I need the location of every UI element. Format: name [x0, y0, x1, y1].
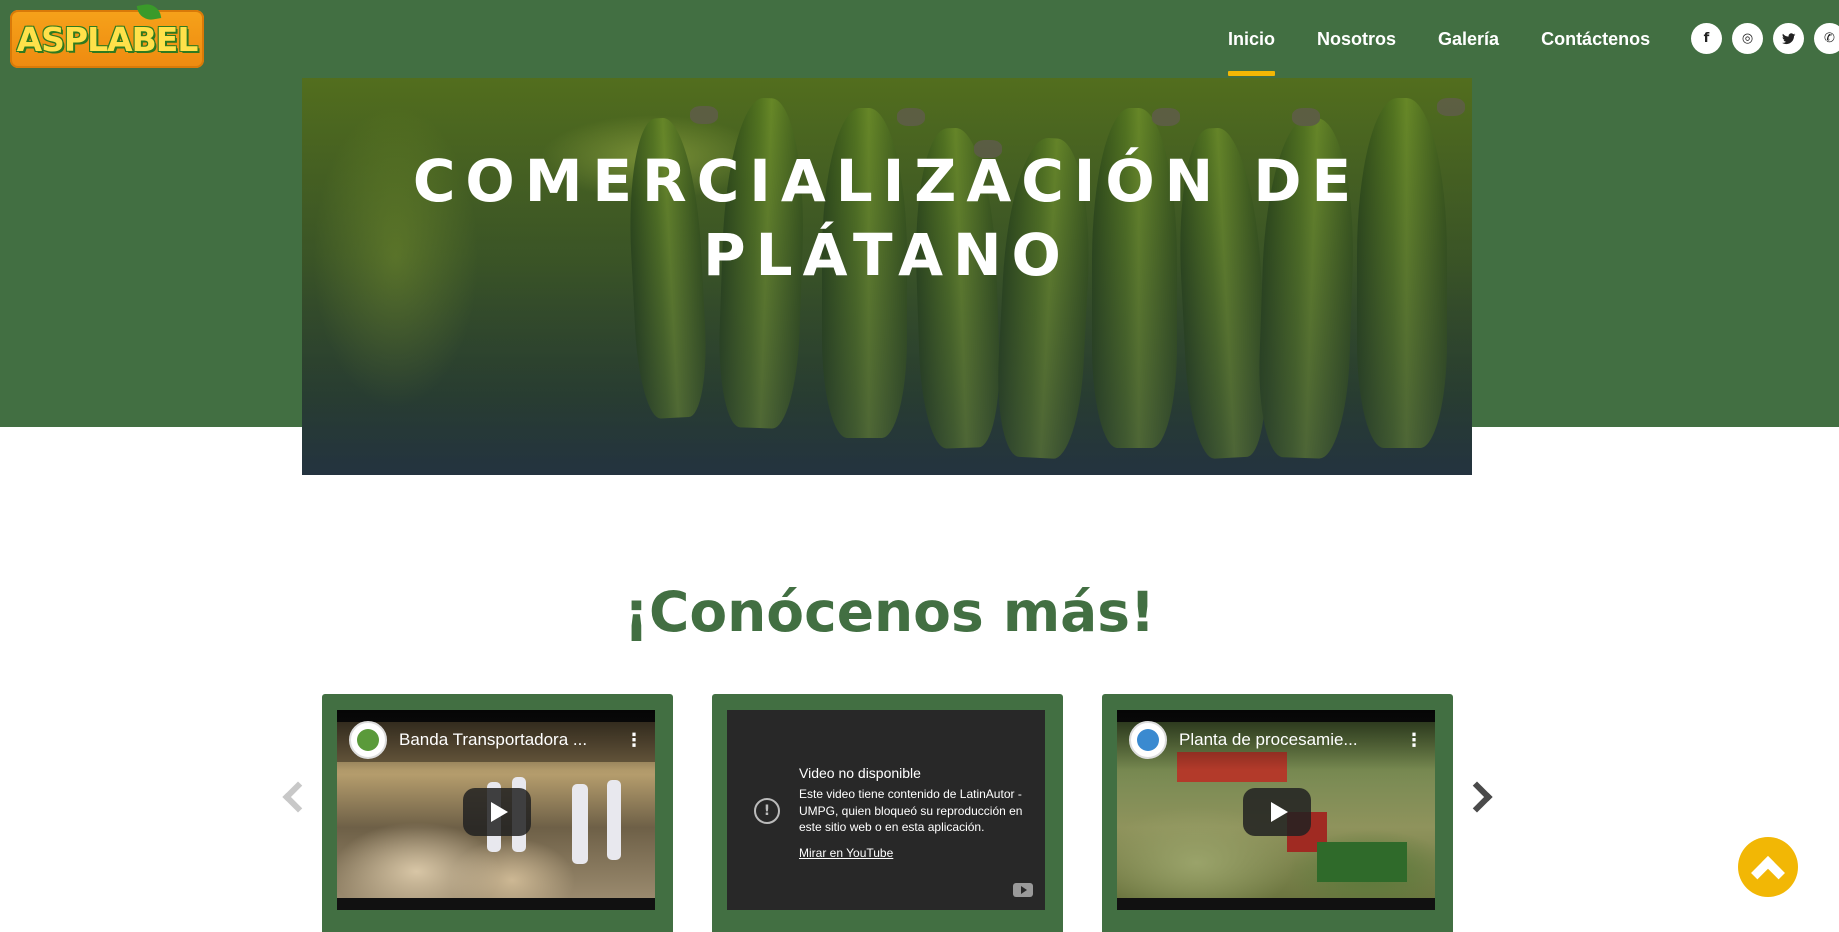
youtube-logo-icon[interactable]: [1013, 883, 1033, 897]
video-unavailable-panel: ! Video no disponible Este video tiene c…: [727, 710, 1045, 910]
section-title: ¡Conócenos más!: [623, 580, 1156, 644]
video-title[interactable]: Banda Transportadora ...: [399, 730, 599, 750]
hero-banner: COMERCIALIZACIÓN DE PLÁTANO: [302, 78, 1472, 475]
play-button[interactable]: [463, 788, 531, 836]
channel-avatar[interactable]: [1129, 721, 1167, 759]
social-links: f ◎ ✆: [1691, 23, 1839, 54]
hero-title: COMERCIALIZACIÓN DE PLÁTANO: [302, 144, 1472, 292]
video-header: Planta de procesamie... ⋮: [1117, 710, 1435, 770]
twitter-icon[interactable]: [1773, 23, 1804, 54]
whatsapp-icon[interactable]: ✆: [1814, 23, 1839, 54]
more-vert-icon[interactable]: ⋮: [625, 730, 643, 751]
play-icon: [1270, 802, 1288, 822]
video-card: Banda Transportadora ... ⋮: [322, 694, 673, 932]
scroll-to-top-button[interactable]: [1738, 837, 1798, 897]
brand-logo[interactable]: ASPLABEL: [10, 2, 204, 68]
page: ASPLABEL Inicio Nosotros Galería Contáct…: [0, 0, 1839, 932]
nav-item-galeria[interactable]: Galería: [1417, 0, 1520, 78]
video-title[interactable]: Planta de procesamie...: [1179, 730, 1379, 750]
alert-icon: !: [754, 798, 780, 824]
nav-item-inicio[interactable]: Inicio: [1207, 0, 1296, 78]
carousel-next-arrow[interactable]: [1461, 781, 1493, 813]
more-vert-icon[interactable]: ⋮: [1405, 730, 1423, 751]
video-header: Banda Transportadora ... ⋮: [337, 710, 655, 770]
unavailable-title: Video no disponible: [799, 765, 921, 781]
channel-avatar[interactable]: [349, 721, 387, 759]
hero-title-line2: PLÁTANO: [703, 221, 1071, 289]
nav-item-contactenos[interactable]: Contáctenos: [1520, 0, 1671, 78]
chevron-up-icon: [1751, 856, 1785, 890]
video-player[interactable]: Banda Transportadora ... ⋮: [337, 710, 655, 910]
carousel-prev-arrow[interactable]: [282, 781, 314, 813]
video-player[interactable]: Planta de procesamie... ⋮: [1117, 710, 1435, 910]
hero-title-line1: COMERCIALIZACIÓN DE: [412, 147, 1362, 215]
instagram-icon[interactable]: ◎: [1732, 23, 1763, 54]
watch-on-youtube-link[interactable]: Mirar en YouTube: [799, 846, 893, 860]
unavailable-message: Este video tiene contenido de LatinAutor…: [799, 787, 1023, 834]
video-card: Planta de procesamie... ⋮: [1102, 694, 1453, 932]
play-button[interactable]: [1243, 788, 1311, 836]
video-card: ! Video no disponible Este video tiene c…: [712, 694, 1063, 932]
facebook-icon[interactable]: f: [1691, 23, 1722, 54]
nav-item-nosotros[interactable]: Nosotros: [1296, 0, 1417, 78]
logo-text: ASPLABEL: [16, 19, 199, 59]
main-nav: Inicio Nosotros Galería Contáctenos: [1207, 0, 1671, 78]
play-icon: [490, 802, 508, 822]
